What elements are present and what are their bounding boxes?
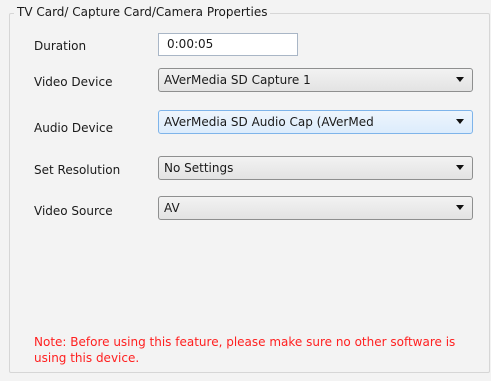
video-source-value: AV [164, 201, 180, 215]
duration-value: 0:00:05 [167, 37, 214, 51]
chevron-down-icon [456, 77, 464, 82]
duration-input[interactable]: 0:00:05 [158, 33, 298, 56]
warning-note: Note: Before using this feature, please … [34, 335, 456, 365]
video-device-value: AVerMedia SD Capture 1 [164, 73, 311, 87]
chevron-down-icon [456, 119, 464, 124]
audio-device-value: AVerMedia SD Audio Cap (AVerMed [164, 115, 374, 129]
video-device-select[interactable]: AVerMedia SD Capture 1 [158, 68, 473, 92]
chevron-down-icon [456, 165, 464, 170]
properties-groupbox [9, 13, 490, 373]
groupbox-title: TV Card/ Capture Card/Camera Properties [14, 4, 271, 20]
audio-device-select[interactable]: AVerMedia SD Audio Cap (AVerMed [158, 110, 473, 134]
resolution-select[interactable]: No Settings [158, 156, 473, 180]
video-source-label: Video Source [34, 204, 113, 218]
video-device-label: Video Device [34, 75, 113, 89]
properties-panel: TV Card/ Capture Card/Camera Properties … [0, 0, 491, 381]
resolution-label: Set Resolution [34, 163, 121, 177]
audio-device-label: Audio Device [34, 121, 113, 135]
video-source-select[interactable]: AV [158, 196, 473, 220]
chevron-down-icon [456, 205, 464, 210]
resolution-value: No Settings [164, 161, 234, 175]
duration-label: Duration [34, 39, 87, 53]
